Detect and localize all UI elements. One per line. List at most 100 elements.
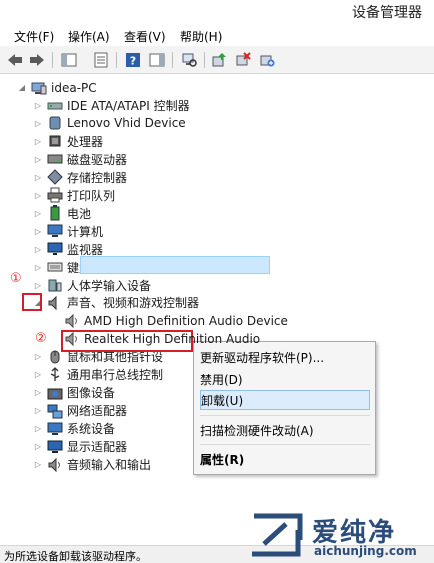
audio-io-icon: [47, 457, 63, 473]
tree-category-3[interactable]: ▷ 处理器: [32, 133, 103, 150]
menu-bar: 文件(F) 操作(A) 查看(V) 帮助(H): [0, 25, 434, 45]
back-arrow-icon[interactable]: [6, 51, 24, 69]
expand-arrow-icon[interactable]: ▷: [32, 459, 44, 471]
properties-icon[interactable]: [92, 51, 110, 69]
battery-icon: [47, 205, 63, 221]
expand-arrow-icon[interactable]: ▷: [32, 441, 44, 453]
menu-file[interactable]: 文件(F): [14, 28, 54, 45]
human-interface-icon: [47, 277, 63, 293]
expand-arrow-icon[interactable]: ▷: [32, 369, 44, 381]
watermark: 爱纯净 aichunjing.com: [246, 508, 434, 563]
tree-category-label: 人体学输入设备: [67, 278, 152, 293]
tree-category-label: 声音、视频和游戏控制器: [67, 296, 200, 311]
window-title: 设备管理器: [352, 5, 422, 21]
tree-category-15[interactable]: ▷ 图像设备: [32, 384, 115, 401]
tree-category-2[interactable]: ▷ Lenovo Vhid Device: [32, 115, 186, 132]
selected-row-highlight: [80, 256, 270, 274]
tree-category-6[interactable]: ▷ 打印队列: [32, 187, 115, 204]
ide-controller-icon: [47, 98, 63, 114]
expand-arrow-icon[interactable]: ▷: [32, 153, 44, 165]
expand-arrow-icon[interactable]: ▷: [32, 117, 44, 129]
computer-icon: [47, 223, 63, 239]
tree-category-4[interactable]: ▷ 磁盘驱动器: [32, 151, 127, 168]
tree-category-label: 电池: [67, 206, 92, 221]
annotation-number-1: ①: [10, 271, 22, 286]
expand-arrow-icon[interactable]: ▷: [32, 135, 44, 147]
toolbar: ?: [0, 46, 434, 74]
storage-controller-icon: [47, 169, 63, 186]
menu-action[interactable]: 操作(A): [68, 28, 110, 45]
status-text: 为所选设备卸载该驱动程序。: [4, 550, 147, 563]
menu-help[interactable]: 帮助(H): [180, 28, 222, 45]
disk-drive-icon: [47, 151, 63, 167]
tree-category-11[interactable]: ▷ 人体学输入设备: [32, 277, 151, 294]
expand-arrow-icon[interactable]: ▷: [32, 100, 44, 112]
forward-arrow-icon[interactable]: [28, 51, 46, 69]
tree-category-18[interactable]: ▷ 显示适配器: [32, 438, 127, 455]
context-menu-uninstall[interactable]: 卸载(U): [200, 390, 370, 410]
keyboard-icon: [47, 259, 63, 275]
action-pane-icon[interactable]: [148, 51, 166, 69]
context-menu-update-driver[interactable]: 更新驱动程序软件(P)...: [200, 347, 370, 367]
expand-arrow-icon[interactable]: ◢: [16, 82, 28, 94]
help-icon[interactable]: ?: [124, 51, 142, 69]
toolbar-separator: [116, 52, 117, 68]
tree-category-19[interactable]: ▷ 音频输入和输出: [32, 456, 151, 473]
expand-arrow-icon[interactable]: ▷: [32, 171, 44, 183]
tree-category-label: 网络适配器: [67, 404, 128, 419]
update-driver-icon[interactable]: [210, 51, 228, 69]
tree-category-7[interactable]: ▷ 电池: [32, 205, 91, 222]
menu-view[interactable]: 查看(V): [124, 28, 166, 45]
context-menu: 更新驱动程序软件(P)... 禁用(D) 卸载(U) 扫描检测硬件改动(A) 属…: [193, 341, 376, 475]
context-menu-update-driver-label: 更新驱动程序软件(P)...: [200, 350, 325, 365]
tree-device-1[interactable]: AMD High Definition Audio Device: [64, 312, 288, 329]
expand-arrow-icon[interactable]: ▷: [32, 243, 44, 255]
context-menu-disable[interactable]: 禁用(D): [200, 369, 370, 389]
tree-device-label: AMD High Definition Audio Device: [84, 313, 288, 328]
toolbar-separator: [172, 52, 173, 68]
expand-arrow-icon[interactable]: ▷: [32, 189, 44, 201]
toolbar-separator: [52, 52, 53, 68]
show-hide-console-tree-icon[interactable]: [60, 51, 78, 69]
tree-category-12[interactable]: ◢ 声音、视频和游戏控制器: [32, 294, 199, 311]
tree-category-label: 打印队列: [67, 188, 116, 203]
expand-arrow-icon[interactable]: ▷: [32, 405, 44, 417]
monitor-icon: [47, 241, 63, 257]
tree-category-5[interactable]: ▷ 存储控制器: [32, 169, 127, 186]
printer-icon: [47, 187, 63, 203]
disable-device-icon[interactable]: [234, 51, 252, 69]
tree-category-label: 显示适配器: [67, 440, 128, 455]
title-bar: 设备管理器: [0, 0, 434, 24]
expand-arrow-icon[interactable]: ▷: [32, 423, 44, 435]
tree-category-label: 存储控制器: [67, 170, 128, 185]
sound-icon: [47, 295, 63, 311]
scan-hardware-icon[interactable]: [180, 51, 198, 69]
tree-category-14[interactable]: ▷ 通用串行总线控制: [32, 366, 163, 383]
tree-category-1[interactable]: ▷ IDE ATA/ATAPI 控制器: [32, 97, 190, 114]
tree-device-2[interactable]: Realtek High Definition Audio: [64, 330, 260, 347]
speaker-icon: [64, 331, 80, 347]
expand-arrow-icon[interactable]: ▷: [32, 207, 44, 219]
context-menu-scan-hardware[interactable]: 扫描检测硬件改动(A): [200, 420, 370, 440]
expand-arrow-icon[interactable]: ▷: [32, 261, 44, 273]
expand-arrow-icon[interactable]: ▷: [32, 225, 44, 237]
camera-icon: [47, 385, 63, 401]
system-device-icon: [47, 421, 63, 437]
tree-category-16[interactable]: ▷ 网络适配器: [32, 402, 127, 419]
annotation-box-expand-arrow: [22, 293, 42, 311]
uninstall-device-icon[interactable]: [258, 51, 276, 69]
tree-category-label: 通用串行总线控制: [67, 368, 164, 383]
tree-category-label: 图像设备: [67, 386, 116, 401]
context-menu-properties[interactable]: 属性(R): [200, 449, 370, 469]
tree-root[interactable]: ◢ idea-PC: [16, 79, 97, 96]
computer-icon: [31, 80, 47, 96]
tree-category-8[interactable]: ▷ 计算机: [32, 223, 103, 240]
tree-category-17[interactable]: ▷ 系统设备: [32, 420, 115, 437]
expand-arrow-icon[interactable]: ▷: [32, 387, 44, 399]
annotation-number-2: ②: [35, 331, 47, 346]
tree-device-label: Realtek High Definition Audio: [84, 331, 261, 346]
tree-category-label: 音频输入和输出: [67, 458, 152, 472]
tree-category-label: IDE ATA/ATAPI 控制器: [67, 99, 190, 113]
expand-arrow-icon[interactable]: ▷: [32, 279, 44, 291]
expand-arrow-icon[interactable]: ▷: [32, 351, 44, 363]
